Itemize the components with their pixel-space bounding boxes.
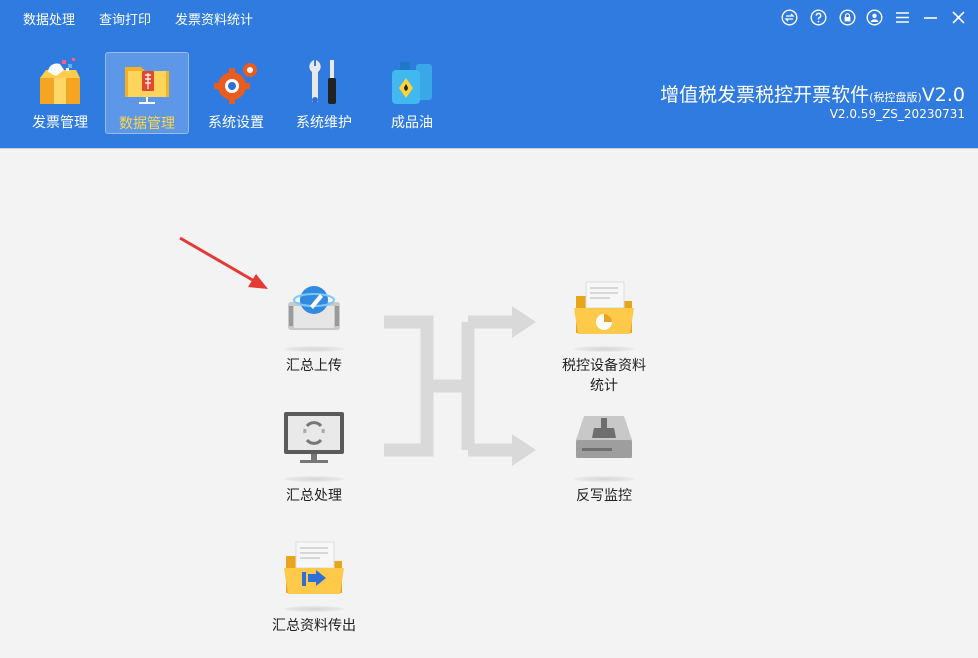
user-icon[interactable] [866, 9, 883, 26]
toolbar-refined-oil[interactable]: 成品油 [370, 52, 454, 134]
gears-icon [208, 56, 264, 108]
summary-process[interactable]: 汇总处理 [254, 408, 374, 506]
oil-can-icon [384, 56, 440, 108]
toolbar-data-management[interactable]: 数据管理 [105, 52, 189, 134]
menu-query-print[interactable]: 查询打印 [99, 9, 151, 28]
app-title-main: 增值税发票税控开票软件 [660, 84, 870, 106]
switch-icon[interactable] [781, 9, 798, 26]
flow-arrowhead-top [512, 306, 536, 338]
flow-arrowhead-bottom [512, 434, 536, 466]
app-title: 增值税发票税控开票软件(税控盘版)V2.0 [660, 80, 965, 107]
summary-process-label: 汇总处理 [286, 488, 342, 504]
icon-shadow [284, 476, 344, 482]
icon-shadow [284, 606, 344, 612]
toolbar-label: 数据管理 [119, 116, 175, 132]
toolbar-system-maintenance[interactable]: 系统维护 [282, 52, 366, 134]
icon-shadow [284, 346, 344, 352]
write-back-monitor-label: 反写监控 [576, 488, 632, 504]
upload-browser-icon [278, 278, 350, 350]
app-version: V2.0.59_ZS_20230731 [829, 107, 965, 121]
title-bar: 数据处理 查询打印 发票资料统计 发票管理 数据管理 系统设置 系统维护 成品油… [0, 0, 978, 149]
summary-export-label: 汇总资料传出 [272, 618, 356, 634]
tools-icon [296, 56, 352, 108]
lock-icon[interactable] [839, 9, 856, 26]
summary-upload-label: 汇总上传 [286, 358, 342, 374]
folder-chart-icon [568, 278, 640, 350]
data-folder-icon [119, 57, 175, 109]
invoice-box-icon [32, 56, 88, 108]
menu-invoice-stats[interactable]: 发票资料统计 [175, 9, 253, 28]
minimize-icon[interactable] [922, 9, 939, 26]
disk-broom-icon [568, 408, 640, 480]
app-edition: (税控盘版) [869, 91, 922, 104]
toolbar-invoice-management[interactable]: 发票管理 [18, 52, 102, 134]
toolbar-label: 发票管理 [32, 115, 88, 131]
help-icon[interactable] [810, 9, 827, 26]
toolbar-label: 成品油 [391, 115, 433, 131]
write-back-monitor[interactable]: 反写监控 [544, 408, 664, 506]
icon-shadow [574, 346, 634, 352]
close-icon[interactable] [950, 9, 967, 26]
menu-data-processing[interactable]: 数据处理 [23, 9, 75, 28]
summary-upload[interactable]: 汇总上传 [254, 278, 374, 376]
folder-export-icon [278, 538, 350, 610]
monitor-refresh-icon [278, 408, 350, 480]
toolbar-label: 系统设置 [208, 115, 264, 131]
tax-device-statistics[interactable]: 税控设备资料统计 [544, 278, 664, 396]
app-title-suffix: V2.0 [921, 84, 965, 106]
flow-connector [384, 315, 516, 457]
toolbar-system-settings[interactable]: 系统设置 [194, 52, 278, 134]
summary-export[interactable]: 汇总资料传出 [254, 538, 374, 636]
menu-icon[interactable] [894, 9, 911, 26]
toolbar-label: 系统维护 [296, 115, 352, 131]
tax-device-statistics-label: 税控设备资料统计 [562, 358, 646, 394]
icon-shadow [574, 476, 634, 482]
